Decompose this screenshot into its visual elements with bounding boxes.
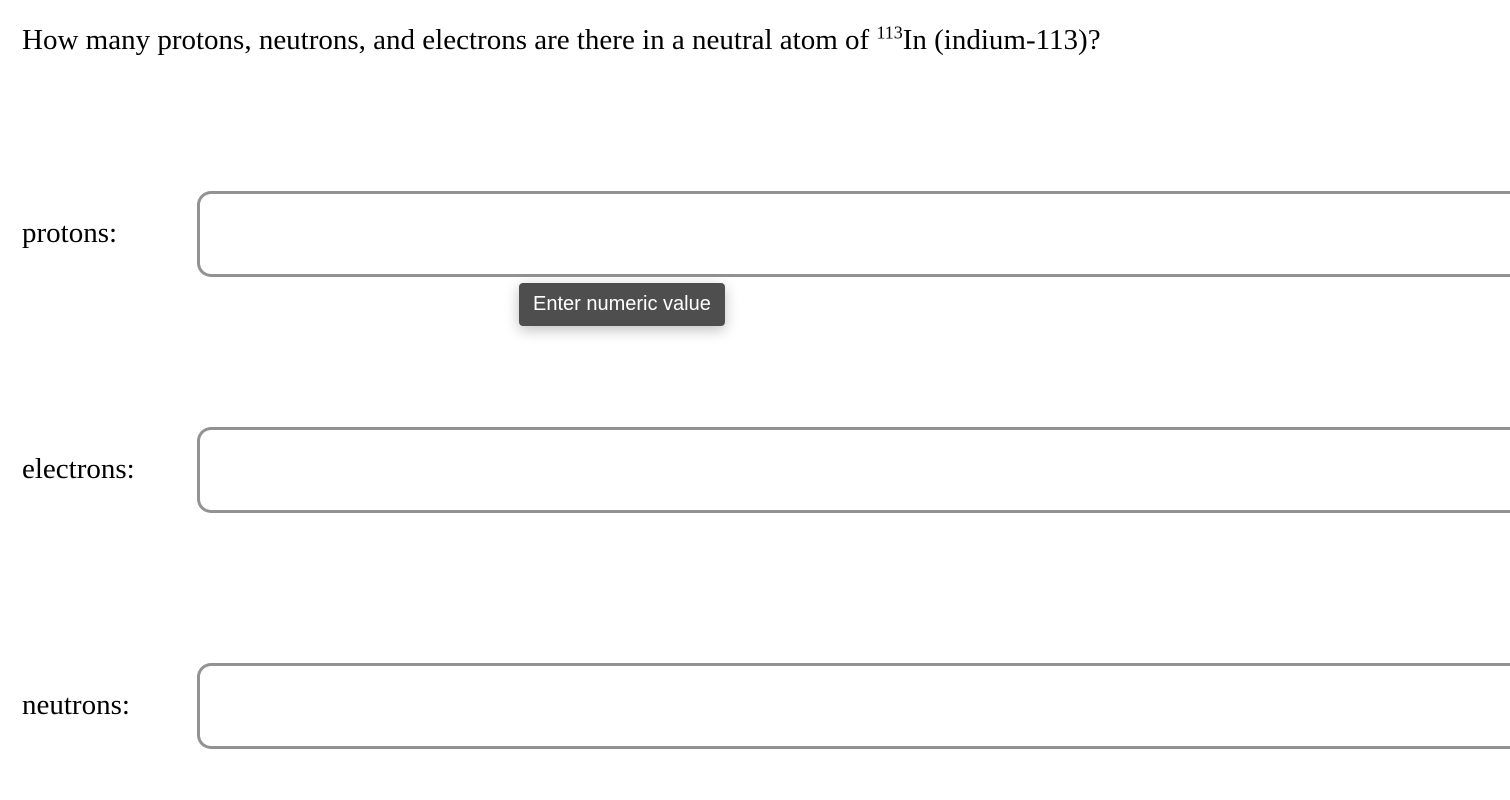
electrons-label: electrons: (22, 453, 197, 486)
tooltip-enter-numeric: Enter numeric value (519, 283, 725, 326)
question-part-2: In (indium-113)? (903, 24, 1101, 56)
protons-label: protons: (22, 217, 197, 250)
protons-row: protons: Enter numeric value (22, 191, 1510, 277)
electrons-row: electrons: (22, 427, 1510, 513)
question-superscript: 113 (876, 22, 902, 42)
neutrons-row: neutrons: (22, 663, 1510, 749)
neutrons-label: neutrons: (22, 689, 197, 722)
electrons-input[interactable] (197, 427, 1510, 513)
neutrons-input[interactable] (197, 663, 1510, 749)
protons-input[interactable] (197, 191, 1510, 277)
question-text: How many protons, neutrons, and electron… (22, 20, 1510, 61)
question-part-1: How many protons, neutrons, and electron… (22, 24, 876, 56)
